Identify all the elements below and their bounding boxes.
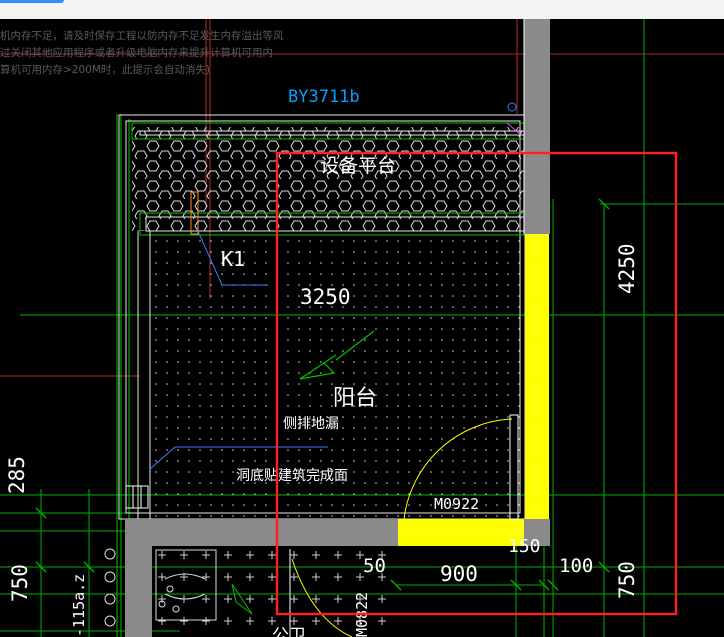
dimension-height: 4250 [615,243,639,294]
top-toolbar [0,0,724,19]
dimension-900: 900 [440,562,478,586]
inner-walls [137,231,151,519]
wall-highlight-right[interactable] [525,234,549,519]
warning-line-1: 机内存不足，请及时保存工程以防内存不足发生内存溢出等风 [0,30,284,42]
tag-label: BY3711b [288,87,360,107]
active-tab-indicator[interactable] [0,0,64,3]
warning-line-2: 过关闭其他应用程序或者升级电脑内存来提升计算机可用内 [0,47,273,59]
door-code-label: M0922 [434,495,479,513]
dimension-50: 50 [363,555,386,577]
dimension-285: 285 [5,456,29,494]
wall-left-lower [125,539,152,637]
wall-bottom-left [125,519,398,546]
balcony-label: 阳台 [333,386,377,411]
hole-note-label: 洞底贴建筑完成面 [236,468,348,484]
room-label-partial: 公卫 [272,626,306,637]
dimension-width: 3250 [300,285,351,309]
dimension-100: 100 [559,555,593,577]
warning-line-3: 算机可用内存>200M时，此提示会自动消失) [0,64,210,76]
wall-highlight-bottom[interactable] [398,519,524,546]
equipment-platform-label: 设备平台 [320,155,396,177]
side-drain-label: 侧排地漏 [283,416,339,432]
window-label-k1: K1 [221,247,245,271]
dimension-750-right: 750 [615,561,639,599]
cad-canvas[interactable]: BY3711b 设备平台 K1 3250 阳台 侧排地漏 洞底贴建筑完成面 M0… [0,19,724,637]
grid-bubble [507,102,517,112]
dimension-150: 150 [508,536,541,557]
wall-right-upper [524,19,550,234]
dimension-750-left: 750 [8,564,32,602]
level-note: -115a.z [70,574,88,637]
memory-warning-banner: 机内存不足，请及时保存工程以防内存不足发生内存溢出等风 过关闭其他应用程序或者升… [0,28,284,79]
